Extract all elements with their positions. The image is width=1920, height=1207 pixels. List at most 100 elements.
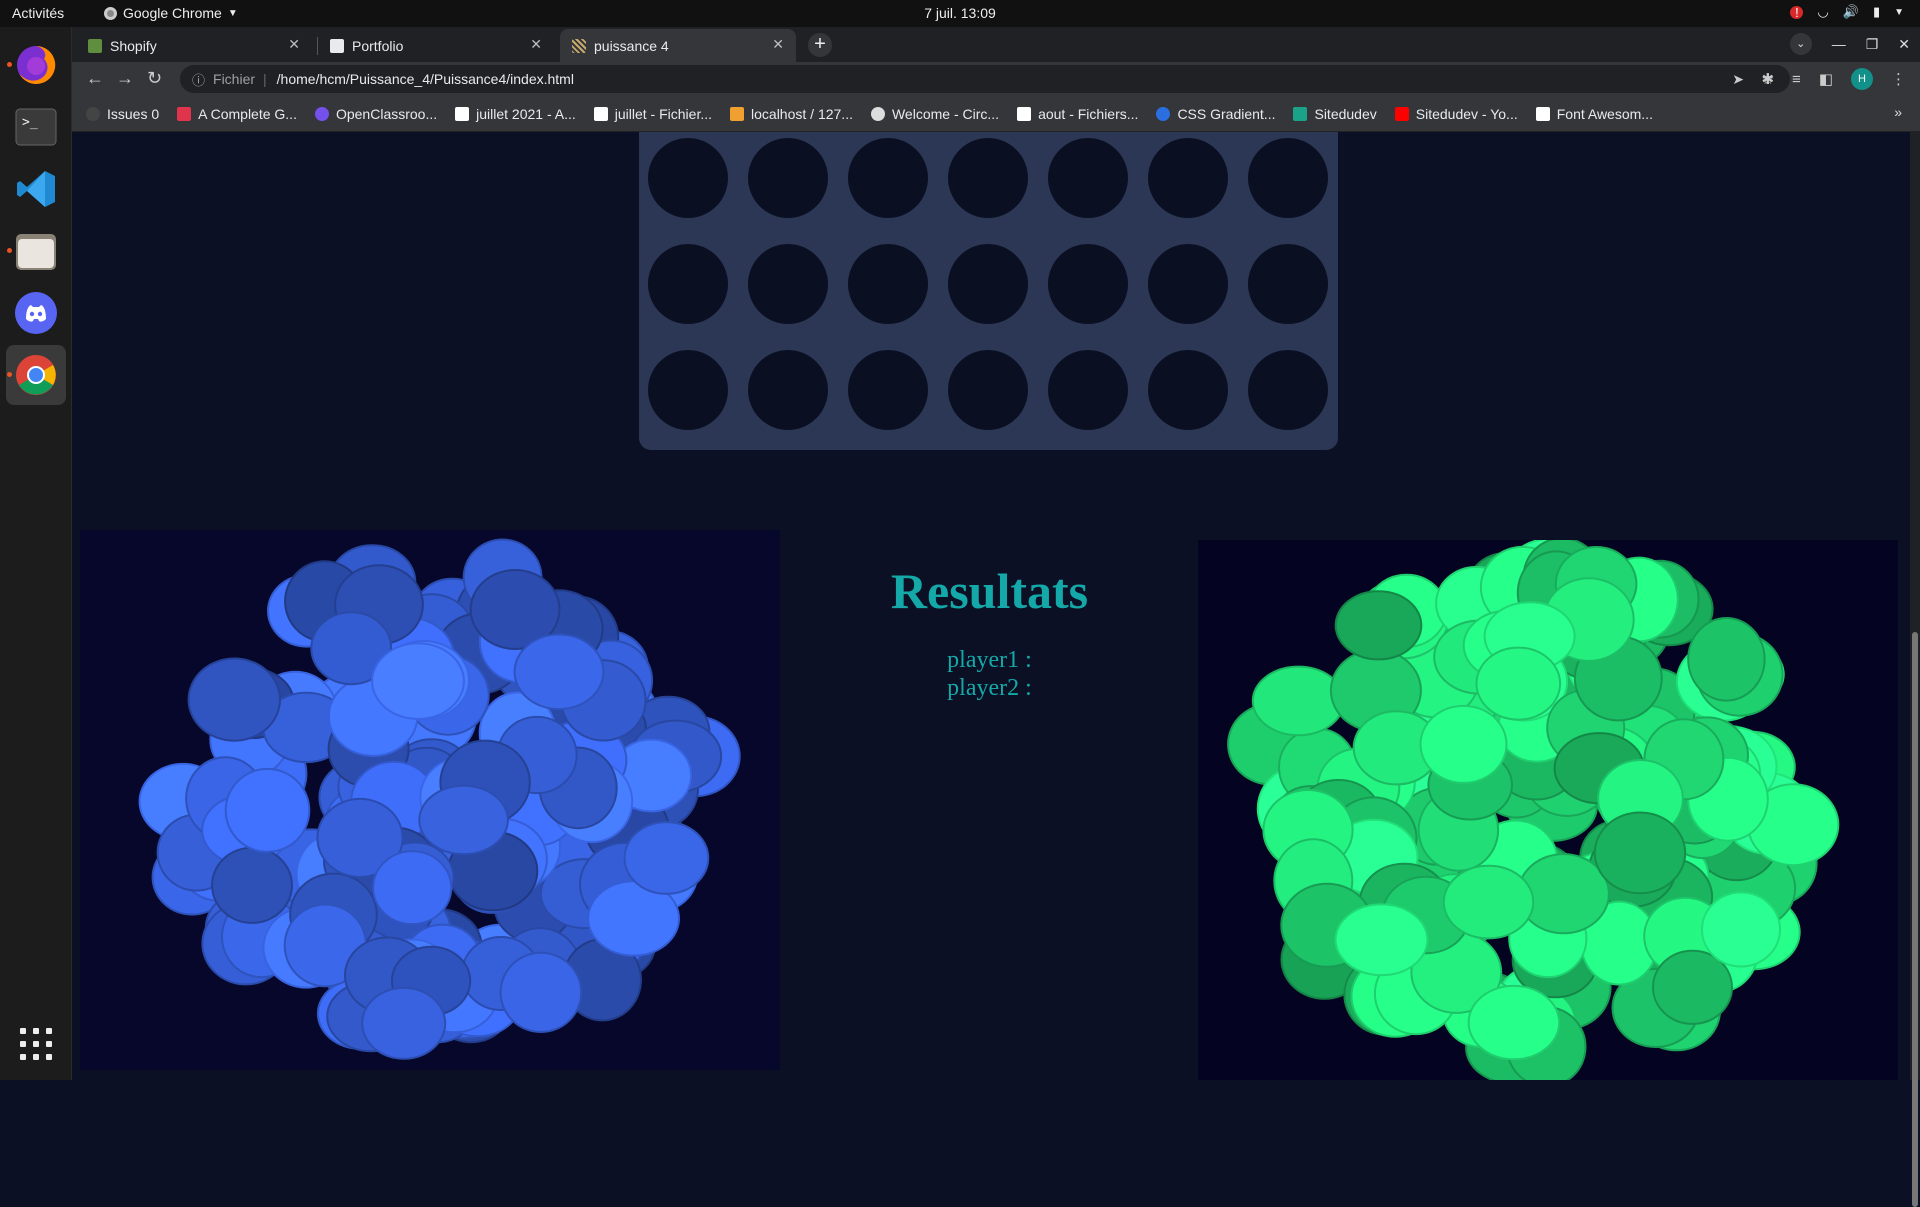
tab-puissance4[interactable]: puissance 4 ✕ — [560, 29, 796, 62]
firefox-icon — [17, 45, 56, 84]
board-cell[interactable] — [1248, 350, 1328, 430]
bookmark-label: Font Awesom... — [1556, 105, 1653, 122]
back-icon[interactable]: ← — [86, 68, 104, 89]
board-cell[interactable] — [1048, 350, 1128, 430]
show-apps-icon[interactable] — [20, 1028, 52, 1060]
dock-discord[interactable] — [6, 283, 66, 343]
game-board[interactable] — [639, 132, 1338, 450]
bookmark-item[interactable]: juillet 2021 - A... — [455, 106, 576, 122]
board-cell[interactable] — [648, 244, 728, 324]
asterisk-icon — [177, 106, 192, 121]
minimize-icon[interactable]: — — [1832, 36, 1846, 52]
board-cell[interactable] — [948, 350, 1028, 430]
bookmark-label: CSS Gradient... — [1177, 105, 1276, 122]
board-cell[interactable] — [748, 350, 828, 430]
bookmark-label: juillet 2021 - A... — [476, 105, 576, 122]
bookmark-item[interactable]: Sitedudev — [1293, 106, 1377, 122]
dock-files[interactable] — [6, 221, 66, 281]
system-top-bar: Activités Google Chrome ▼ 7 juil. 13:09 … — [0, 0, 1920, 27]
running-indicator — [7, 248, 12, 253]
new-tab-button[interactable]: + — [808, 33, 832, 57]
bookmark-item[interactable]: A Complete G... — [177, 106, 297, 122]
tab-portfolio[interactable]: Portfolio ✕ — [318, 29, 554, 62]
youtube-icon — [1394, 106, 1409, 121]
board-cell[interactable] — [648, 138, 728, 218]
side-panel-icon[interactable]: ◧ — [1819, 70, 1833, 88]
bookmark-item[interactable]: OpenClassroo... — [314, 105, 438, 122]
player2-score: player2 : — [947, 675, 1032, 701]
players-scores: player1 : player2 : — [772, 646, 1207, 702]
vscode-icon — [17, 171, 55, 207]
chevron-down-icon: ▼ — [1894, 6, 1904, 18]
restore-icon[interactable]: ❐ — [1866, 36, 1879, 53]
dock-firefox[interactable] — [6, 35, 66, 95]
bookmark-item[interactable]: aout - Fichiers... — [1017, 106, 1138, 122]
board-cell[interactable] — [1148, 350, 1228, 430]
tab-shopify[interactable]: Shopify ✕ — [76, 29, 312, 62]
page-content: Resultats player1 : player2 : — [72, 132, 1910, 1080]
alert-icon[interactable]: ! — [1790, 5, 1804, 19]
board-cell[interactable] — [1048, 244, 1128, 324]
player1-tokens-image — [80, 530, 780, 1070]
close-icon[interactable]: ✕ — [772, 36, 784, 53]
board-cell[interactable] — [948, 138, 1028, 218]
bookmark-label: aout - Fichiers... — [1038, 105, 1139, 122]
browser-window: Shopify ✕ Portfolio ✕ puissance 4 ✕ + ⌄ … — [72, 27, 1920, 132]
reading-list-icon[interactable]: ≡ — [1792, 71, 1801, 88]
info-icon[interactable]: ⓘ — [192, 70, 205, 89]
bookmark-item[interactable]: localhost / 127... — [730, 106, 853, 122]
board-cell[interactable] — [1248, 138, 1328, 218]
document-icon — [593, 106, 608, 121]
board-cell[interactable] — [748, 244, 828, 324]
scroll-thumb[interactable] — [1912, 632, 1918, 1207]
chevron-double-right-icon[interactable]: » — [1894, 104, 1902, 120]
close-icon[interactable]: ✕ — [288, 36, 300, 53]
bookmark-label: OpenClassroo... — [335, 105, 438, 122]
tab-search-icon[interactable]: ⌄ — [1789, 33, 1812, 55]
bookmark-item[interactable]: Sitedudev - Yo... — [1394, 106, 1518, 122]
address-path: /home/hcm/Puissance_4/Puissance4/index.h… — [276, 71, 574, 87]
wifi-icon: ◡ — [1817, 4, 1829, 19]
board-cell[interactable] — [848, 350, 928, 430]
close-window-icon[interactable]: ✕ — [1898, 36, 1910, 53]
address-bar[interactable]: ⓘ Fichier | /home/hcm/Puissance_4/Puissa… — [180, 65, 1790, 93]
bookmark-item[interactable]: Font Awesom... — [1535, 105, 1653, 122]
board-cell[interactable] — [748, 138, 828, 218]
clock[interactable]: 7 juil. 13:09 — [0, 5, 1920, 21]
board-cell[interactable] — [1048, 138, 1128, 218]
board-cell[interactable] — [1248, 244, 1328, 324]
profile-avatar[interactable]: H — [1851, 68, 1873, 90]
bookmark-item[interactable]: juillet - Fichier... — [593, 106, 712, 122]
board-cell[interactable] — [948, 244, 1028, 324]
reload-icon[interactable]: ↻ — [147, 68, 162, 89]
address-scheme: Fichier — [213, 71, 256, 87]
extensions-icon[interactable]: ✱ — [1761, 70, 1774, 88]
bookmark-item[interactable]: Welcome - Circ... — [870, 106, 999, 122]
board-cell[interactable] — [1148, 244, 1228, 324]
menu-icon[interactable]: ⋮ — [1891, 70, 1906, 88]
running-indicator — [7, 62, 12, 67]
bookmark-item[interactable]: Issues 0 — [86, 106, 159, 122]
board-cell[interactable] — [648, 350, 728, 430]
dock-terminal[interactable]: >_ — [6, 97, 66, 157]
bookmark-label: Issues 0 — [107, 105, 160, 122]
dock-chrome[interactable] — [6, 345, 66, 405]
shopify-icon — [88, 38, 102, 53]
board-cell[interactable] — [848, 244, 928, 324]
send-icon[interactable]: ➤ — [1732, 71, 1744, 88]
dock-vscode[interactable] — [6, 159, 66, 219]
close-icon[interactable]: ✕ — [530, 36, 542, 53]
bookmark-label: localhost / 127... — [751, 105, 853, 122]
terminal-icon: >_ — [15, 108, 57, 146]
page-scrollbar[interactable] — [1910, 132, 1920, 1207]
board-cell[interactable] — [848, 138, 928, 218]
forward-icon[interactable]: → — [116, 68, 134, 89]
system-tray[interactable]: ! ◡ 🔊 ▮ ▼ — [1790, 4, 1904, 20]
board-cell[interactable] — [1148, 138, 1228, 218]
circleci-icon — [870, 106, 885, 121]
toolbar-actions: ✱ ≡ ◧ H ⋮ — [1761, 68, 1906, 90]
document-icon — [455, 106, 470, 121]
bookmark-item[interactable]: CSS Gradient... — [1156, 106, 1275, 122]
discord-icon — [15, 292, 57, 334]
tab-label: Portfolio — [352, 37, 404, 54]
